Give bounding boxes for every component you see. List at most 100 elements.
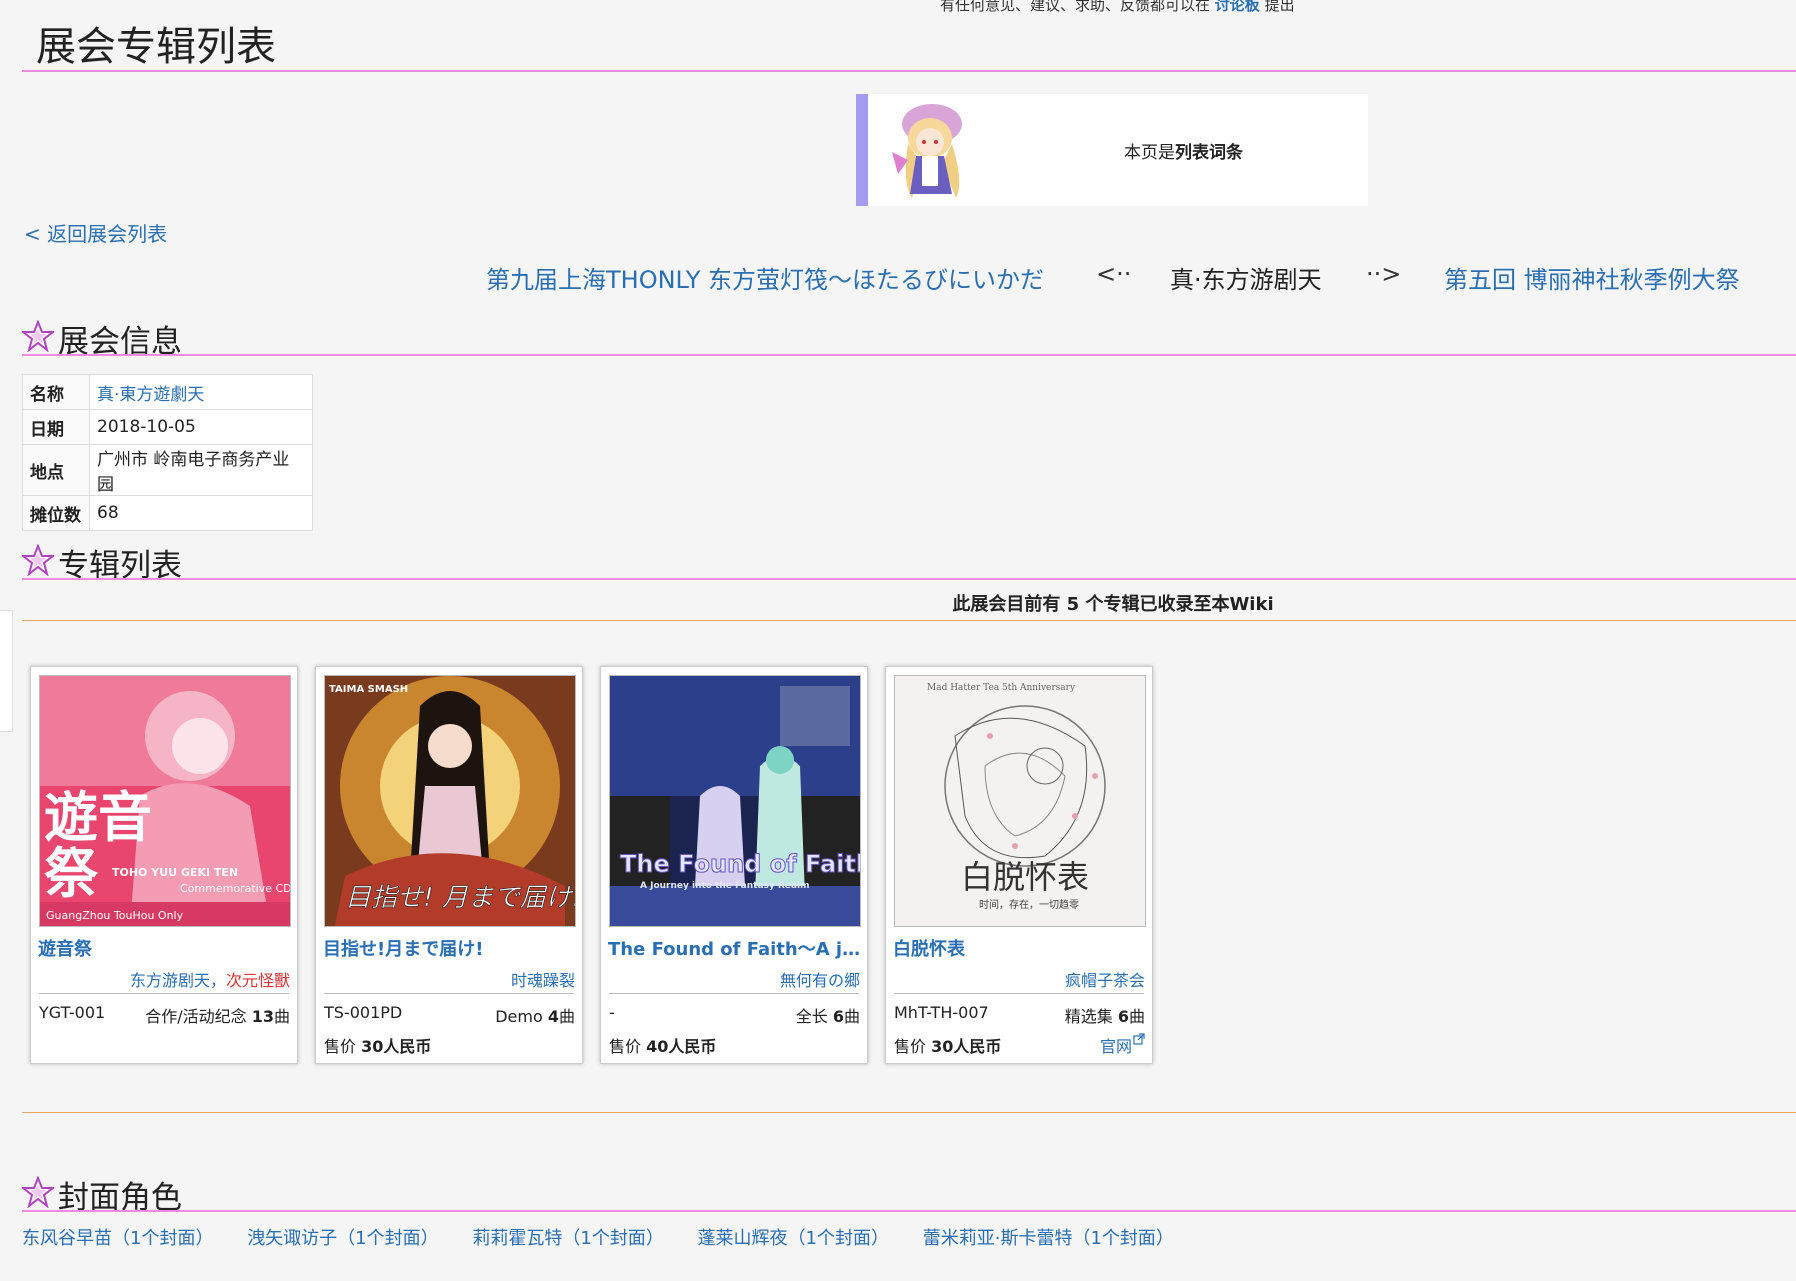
album-card: TAIMA SMASH 目指せ! 月まで届け! 目指せ!月まで届け! 时魂躁裂 …: [315, 666, 583, 1064]
info-key: 地点: [22, 444, 90, 496]
back-to-events-link[interactable]: < 返回展会列表: [24, 218, 167, 247]
prev-event-link[interactable]: 第九届上海THONLY 东方萤灯筏～ほたるびにいかだ: [486, 260, 1044, 295]
album-cover-art: TAIMA SMASH 目指せ! 月まで届け!: [325, 676, 575, 926]
info-key: 名称: [22, 374, 90, 410]
circle-link[interactable]: 时魂躁裂: [511, 971, 575, 990]
cover-text: Commemorative CD: [180, 882, 290, 895]
character-link[interactable]: 东风谷早苗: [22, 1228, 112, 1249]
character-link[interactable]: 蓬莱山辉夜: [698, 1228, 788, 1249]
album-count-divider: [22, 620, 1796, 621]
info-key: 日期: [22, 409, 90, 445]
album-cover[interactable]: The Found of Faith A Journey into the Fa…: [609, 675, 861, 927]
character-link[interactable]: 洩矢诹访子: [247, 1228, 337, 1249]
album-count: 此展会目前有 5 个专辑已收录至本Wiki: [952, 594, 1274, 615]
character-link[interactable]: 莉莉霍瓦特: [472, 1228, 562, 1249]
section-divider: [22, 578, 1796, 580]
album-card: The Found of Faith A Journey into the Fa…: [600, 666, 868, 1064]
side-tab[interactable]: [0, 610, 13, 732]
section-divider: [22, 1210, 1796, 1212]
album-type: 精选集 6曲: [1064, 1007, 1145, 1026]
prev-arrow: <··: [1096, 260, 1132, 288]
info-value: 2018-10-05: [89, 409, 313, 445]
title-divider: [22, 70, 1796, 72]
album-cover[interactable]: TAIMA SMASH 目指せ! 月まで届け!: [324, 675, 576, 927]
card-divider: [894, 993, 1144, 994]
album-card: Mad Hatter Tea 5th Anniversary 白脱怀表 时间，存…: [885, 666, 1153, 1064]
cover-text: GuangZhou TouHou Only: [46, 909, 184, 922]
cover-text: 遊音: [44, 786, 152, 849]
discussion-board-link[interactable]: 讨论板: [1215, 0, 1260, 14]
cover-text: 祭: [44, 842, 99, 905]
album-circle: 东方游剧天，次元怪獸: [129, 971, 290, 990]
info-value: 广州市 岭南电子商务产业园: [89, 444, 313, 496]
catalog-number: TS-001PD: [324, 1003, 403, 1022]
cover-text: The Found of Faith: [620, 850, 860, 878]
table-row: 地点 广州市 岭南电子商务产业园: [22, 444, 313, 496]
album-card: 遊音 祭 TOHO YUU GEKI TEN Commemorative CD …: [30, 666, 298, 1064]
event-name-link[interactable]: 真·東方遊劇天: [89, 374, 313, 410]
catalog-number: -: [609, 1003, 615, 1022]
info-key: 摊位数: [22, 495, 90, 531]
catalog-number: YGT-001: [39, 1003, 106, 1022]
album-cover[interactable]: 遊音 祭 TOHO YUU GEKI TEN Commemorative CD …: [39, 675, 291, 927]
table-row: 名称 真·東方遊劇天: [22, 374, 313, 410]
album-price: 售价 40人民币: [609, 1037, 717, 1056]
card-divider: [324, 993, 574, 994]
external-link-icon: [1133, 1033, 1145, 1045]
official-site-link[interactable]: 官网: [1100, 1033, 1145, 1057]
star-icon: [22, 320, 54, 352]
cover-text: TOHO YUU GEKI TEN: [112, 866, 238, 879]
table-row: 摊位数 68: [22, 495, 313, 531]
cover-character-list: 东风谷早苗（1个封面） 洩矢诹访子（1个封面） 莉莉霍瓦特（1个封面） 蓬莱山辉…: [22, 1224, 1202, 1250]
cover-text: A Journey into the Fantasy Realm: [640, 881, 809, 891]
current-event: 真·东方游剧天: [1170, 266, 1322, 294]
next-event-link[interactable]: 第五回 博丽神社秋季例大祭: [1444, 260, 1740, 295]
top-notice: 有任何意见、建议、求助、反馈都可以在 讨论板 提出: [940, 0, 1295, 15]
table-row: 日期 2018-10-05: [22, 409, 313, 445]
list-item: 洩矢诹访子（1个封面）: [247, 1228, 439, 1249]
list-item: 莉莉霍瓦特（1个封面）: [472, 1228, 664, 1249]
catalog-number: MhT-TH-007: [894, 1003, 989, 1022]
album-title-link[interactable]: 目指せ!月まで届け!: [323, 935, 579, 961]
info-value: 68: [89, 495, 313, 531]
album-type: Demo 4曲: [495, 1007, 575, 1026]
cover-text: 白脱怀表: [961, 858, 1089, 896]
album-type: 全长 6曲: [795, 1007, 860, 1026]
circle-link[interactable]: 次元怪獸: [226, 971, 290, 990]
mascot-image: [892, 104, 962, 198]
album-type: 合作/活动纪念 13曲: [145, 1007, 290, 1026]
album-cover-art: Mad Hatter Tea 5th Anniversary 白脱怀表 时间，存…: [895, 676, 1145, 926]
event-info-table: 名称 真·東方遊劇天 日期 2018-10-05 地点 广州市 岭南电子商务产业园 摊…: [22, 374, 313, 531]
album-title-link[interactable]: 白脱怀表: [893, 935, 1149, 961]
circle-link[interactable]: 东方游剧天: [130, 971, 210, 990]
card-divider: [609, 993, 859, 994]
album-circle: 無何有の郷: [780, 967, 860, 991]
character-link[interactable]: 蕾米莉亚·斯卡蕾特: [923, 1228, 1073, 1249]
notice-text: 本页是列表词条: [1124, 143, 1243, 163]
album-cover-art: 遊音 祭 TOHO YUU GEKI TEN Commemorative CD …: [40, 676, 290, 926]
list-page-notice: 本页是列表词条: [856, 94, 1368, 206]
cover-text: TAIMA SMASH: [329, 684, 408, 695]
page-title: 展会专辑列表: [36, 24, 276, 70]
album-price: 售价 30人民币: [324, 1037, 432, 1056]
album-price: 售价 30人民币: [894, 1037, 1002, 1056]
album-list-bottom-divider: [22, 1112, 1796, 1113]
list-item: 蕾米莉亚·斯卡蕾特（1个封面）: [922, 1228, 1174, 1249]
album-title-link[interactable]: The Found of Faith～A journey into the Fa…: [608, 935, 864, 961]
next-arrow: ··>: [1366, 260, 1402, 288]
circle-link[interactable]: 無何有の郷: [780, 971, 860, 990]
star-icon: [22, 1176, 54, 1208]
album-title-link[interactable]: 遊音祭: [38, 935, 294, 961]
card-divider: [39, 993, 289, 994]
list-item: 东风谷早苗（1个封面）: [22, 1228, 214, 1249]
star-icon: [22, 544, 54, 576]
circle-link[interactable]: 疯帽子茶会: [1065, 971, 1145, 990]
section-divider: [22, 354, 1796, 356]
album-cover[interactable]: Mad Hatter Tea 5th Anniversary 白脱怀表 时间，存…: [894, 675, 1146, 927]
album-circle: 时魂躁裂: [511, 967, 575, 991]
cover-text: Mad Hatter Tea 5th Anniversary: [927, 683, 1076, 693]
list-item: 蓬莱山辉夜（1个封面）: [697, 1228, 890, 1249]
album-cover-art: The Found of Faith A Journey into the Fa…: [610, 676, 860, 926]
album-circle: 疯帽子茶会: [1065, 967, 1145, 991]
cover-text: 时间，存在，一切趋零: [979, 898, 1079, 911]
